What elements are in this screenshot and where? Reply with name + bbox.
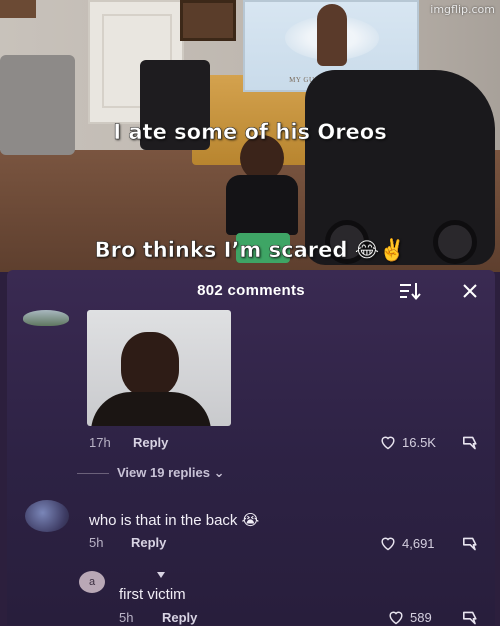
mugshot-body	[91, 392, 211, 426]
comment-time: 17h	[89, 435, 111, 450]
dislike-icon[interactable]	[461, 536, 481, 552]
close-icon[interactable]	[459, 280, 481, 302]
stroller	[305, 70, 495, 265]
like-count: 4,691	[402, 535, 435, 551]
dislike-icon[interactable]	[461, 610, 481, 626]
creator-badge-icon	[157, 572, 165, 578]
angel-figure	[317, 4, 347, 66]
avatar[interactable]: a	[79, 571, 105, 593]
like-count: 16.5K	[402, 434, 436, 450]
replies-divider	[77, 473, 109, 474]
heart-icon	[381, 537, 395, 551]
dislike-icon[interactable]	[461, 435, 481, 451]
reply-button[interactable]: Reply	[131, 535, 166, 550]
wall-frame-left	[0, 0, 36, 18]
chevron-down-icon: ⌄	[213, 465, 225, 480]
child-shirt	[226, 175, 298, 235]
comment-text: first victim	[119, 586, 186, 603]
heart-icon	[389, 611, 403, 625]
wall-frame	[180, 0, 236, 41]
comment-text: who is that in the back 😭	[89, 512, 260, 529]
avatar[interactable]	[23, 310, 69, 326]
meme-photo: MY GUARDIAN ANGEL I ate some of his Oreo…	[0, 0, 500, 272]
like-button[interactable]: 4,691	[379, 535, 435, 551]
comments-panel: 802 comments 17h Reply 16.5K View 19 rep…	[7, 270, 495, 625]
avatar[interactable]	[25, 500, 69, 532]
meme-bottom-text: Bro thinks I’m scared 😂✌️	[94, 238, 406, 263]
meme-top-text: I ate some of his Oreos	[113, 120, 387, 145]
comment-time: 5h	[119, 610, 134, 625]
view-replies-button[interactable]: View 19 replies ⌄	[117, 465, 225, 481]
like-count: 589	[410, 609, 432, 625]
watermark: imgflip.com	[430, 3, 495, 16]
like-button[interactable]: 16.5K	[379, 434, 436, 450]
mugshot-head	[121, 332, 179, 396]
comments-count: 802 comments	[197, 282, 305, 299]
comments-header: 802 comments	[7, 278, 495, 304]
view-replies-label: View 19 replies	[117, 465, 210, 480]
heart-icon	[381, 436, 395, 450]
sort-icon[interactable]	[399, 282, 421, 300]
comment-time: 5h	[89, 535, 104, 550]
reply-button[interactable]: Reply	[133, 435, 168, 450]
like-button[interactable]: 589	[387, 609, 432, 625]
reply-button[interactable]: Reply	[162, 610, 197, 625]
comment-image-mugshot[interactable]	[87, 310, 231, 426]
